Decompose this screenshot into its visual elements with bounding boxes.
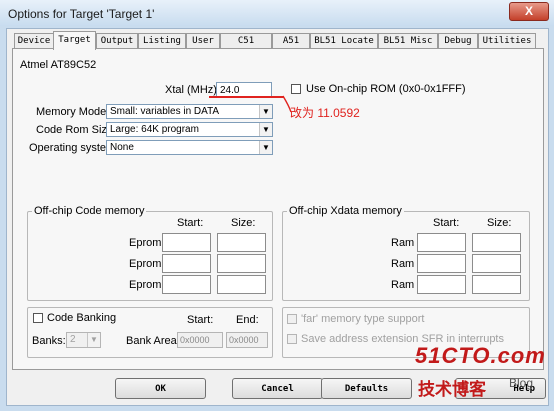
ram-size-input[interactable] bbox=[472, 254, 521, 273]
far-memory-label: 'far' memory type support bbox=[301, 313, 425, 325]
ram-label: Ram bbox=[391, 258, 415, 270]
eprom-label: Eprom bbox=[129, 258, 162, 270]
close-button[interactable]: X bbox=[509, 2, 549, 21]
device-name: Atmel AT89C52 bbox=[20, 59, 97, 71]
chevron-down-icon[interactable]: ▼ bbox=[259, 123, 272, 136]
ram-start-input[interactable] bbox=[417, 254, 466, 273]
tab-debug[interactable]: Debug bbox=[438, 33, 478, 49]
xtal-input[interactable]: 24.0 bbox=[216, 82, 272, 97]
tab-bl51-misc[interactable]: BL51 Misc bbox=[378, 33, 438, 49]
ram-start-input[interactable] bbox=[417, 275, 466, 294]
code-banking-label: Code Banking bbox=[47, 312, 117, 324]
offchip-xdata-title: Off-chip Xdata memory bbox=[287, 205, 404, 217]
ram-start-input[interactable] bbox=[417, 233, 466, 252]
code-banking-checkbox[interactable] bbox=[33, 313, 43, 323]
bank-area-start-input[interactable]: 0x0000 bbox=[177, 332, 223, 348]
tab-bl51-locate[interactable]: BL51 Locate bbox=[310, 33, 378, 49]
ram-label: Ram bbox=[391, 279, 415, 291]
operating-system-select[interactable]: None ▼ bbox=[106, 140, 273, 155]
memory-model-select[interactable]: Small: variables in DATA ▼ bbox=[106, 104, 273, 119]
chevron-down-icon[interactable]: ▼ bbox=[259, 105, 272, 118]
chevron-down-icon[interactable]: ▼ bbox=[259, 141, 272, 154]
cancel-button[interactable]: Cancel bbox=[232, 378, 323, 399]
eprom-start-input[interactable] bbox=[162, 254, 211, 273]
tab-utilities[interactable]: Utilities bbox=[478, 33, 536, 49]
operating-system-value: None bbox=[110, 142, 134, 153]
watermark-blog-cn: 技术博客 bbox=[418, 380, 486, 399]
offchip-code-size-header: Size: bbox=[231, 217, 256, 229]
memory-model-value: Small: variables in DATA bbox=[110, 106, 220, 117]
eprom-size-input[interactable] bbox=[217, 254, 266, 273]
eprom-label: Eprom bbox=[129, 279, 162, 291]
code-rom-size-select[interactable]: Large: 64K program ▼ bbox=[106, 122, 273, 137]
ok-button[interactable]: OK bbox=[115, 378, 206, 399]
code-banking-end-header: End: bbox=[236, 314, 259, 326]
ram-size-input[interactable] bbox=[472, 275, 521, 294]
eprom-start-input[interactable] bbox=[162, 233, 211, 252]
offchip-xdata-size-header: Size: bbox=[487, 217, 512, 229]
watermark-site: 51CTO.com bbox=[415, 343, 546, 368]
tab-user[interactable]: User bbox=[186, 33, 220, 49]
bank-area-label: Bank Area: bbox=[126, 335, 180, 347]
operating-system-label: Operating system: bbox=[29, 142, 119, 154]
onchip-rom-label: Use On-chip ROM (0x0-0x1FFF) bbox=[306, 83, 466, 95]
ram-size-input[interactable] bbox=[472, 233, 521, 252]
annotation-text: 改为 11.0592 bbox=[290, 106, 360, 120]
offchip-xdata-start-header: Start: bbox=[433, 217, 460, 229]
offchip-code-title: Off-chip Code memory bbox=[32, 205, 147, 217]
defaults-button[interactable]: Defaults bbox=[321, 378, 412, 399]
eprom-size-input[interactable] bbox=[217, 233, 266, 252]
window-title: Options for Target 'Target 1' bbox=[8, 7, 155, 21]
offchip-code-start-header: Start: bbox=[177, 217, 204, 229]
chevron-down-icon[interactable]: ▼ bbox=[87, 333, 100, 347]
code-rom-size-label: Code Rom Size: bbox=[36, 124, 117, 136]
save-sfr-checkbox[interactable] bbox=[287, 334, 297, 344]
far-memory-checkbox[interactable] bbox=[287, 314, 297, 324]
eprom-label: Eprom bbox=[129, 237, 162, 249]
banks-value: 2 bbox=[70, 334, 76, 345]
bank-area-end-input[interactable]: 0x0000 bbox=[226, 332, 268, 348]
code-rom-size-value: Large: 64K program bbox=[110, 124, 199, 135]
tab-output[interactable]: Output bbox=[96, 33, 138, 49]
tab-device[interactable]: Device bbox=[14, 33, 54, 49]
code-banking-start-header: Start: bbox=[187, 314, 214, 326]
tab-a51[interactable]: A51 bbox=[272, 33, 310, 49]
tab-target[interactable]: Target bbox=[53, 31, 96, 50]
banks-label: Banks: bbox=[32, 335, 66, 347]
eprom-start-input[interactable] bbox=[162, 275, 211, 294]
ram-label: Ram bbox=[391, 237, 415, 249]
eprom-size-input[interactable] bbox=[217, 275, 266, 294]
memory-model-label: Memory Model: bbox=[36, 106, 112, 118]
watermark-blog-en: Blog bbox=[509, 376, 534, 390]
xtal-label: Xtal (MHz): bbox=[165, 84, 220, 96]
tab-listing[interactable]: Listing bbox=[138, 33, 186, 49]
tab-c51[interactable]: C51 bbox=[220, 33, 272, 49]
banks-select[interactable]: 2 ▼ bbox=[66, 332, 101, 348]
